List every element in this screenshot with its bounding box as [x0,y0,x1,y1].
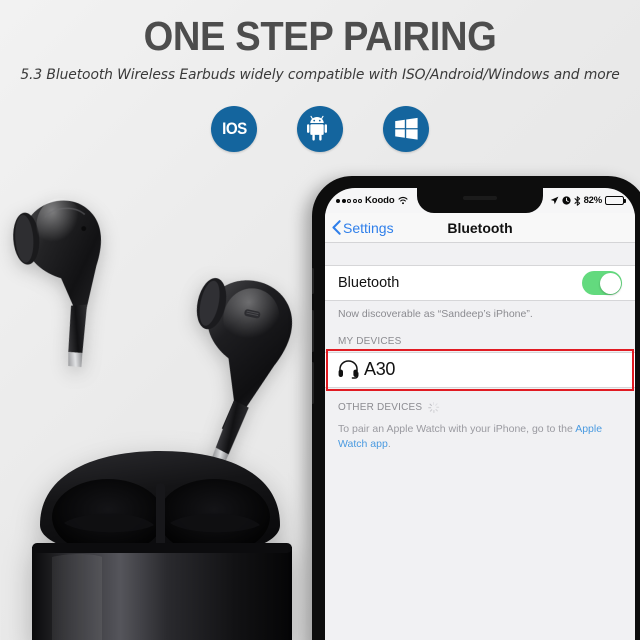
carrier-name: Koodo [365,195,395,206]
left-earbud [13,198,101,368]
my-devices-label: MY DEVICES [338,335,402,347]
product-photo [0,160,330,640]
ios-icon: IOS [221,119,247,138]
apple-watch-note: To pair an Apple Watch with your iPhone,… [325,418,635,452]
windows-badge [383,106,429,152]
bluetooth-toggle-row[interactable]: Bluetooth [325,265,635,301]
headphones-icon [338,360,359,379]
apple-watch-note-suffix: . [387,437,391,450]
phone-notch [417,188,543,213]
phone-mockup: Koodo 82% Settings Bluetooth Bluetooth N… [312,176,640,640]
my-devices-header: MY DEVICES [325,322,635,352]
page-title: ONE STEP PAIRING [143,13,497,59]
toggle-knob [599,272,621,294]
navigation-bar: Settings Bluetooth [325,213,635,243]
device-row-a30[interactable]: A30 [325,351,635,388]
other-devices-label: OTHER DEVICES [338,401,423,413]
alarm-icon [561,196,571,205]
back-to-settings-button[interactable]: Settings [332,220,394,236]
phone-volume-up-button [312,310,314,352]
windows-icon [394,117,418,140]
phone-screen: Koodo 82% Settings Bluetooth Bluetooth N… [325,188,635,640]
hero-banner: ONE STEP PAIRING 5.3 Bluetooth Wireless … [0,0,640,170]
device-a30-wrapper: A30 [325,348,635,391]
device-name-a30: A30 [364,359,396,380]
battery-icon [605,196,626,205]
ios-badge: IOS [211,106,257,152]
bluetooth-toggle-switch[interactable] [582,271,622,295]
apple-watch-note-prefix: To pair an Apple Watch with your iPhone,… [338,422,576,435]
page-subtitle: 5.3 Bluetooth Wireless Earbuds widely co… [20,66,620,83]
back-label: Settings [343,219,394,236]
discoverable-note: Now discoverable as “Sandeep’s iPhone”. [338,308,533,320]
bluetooth-settings-content: Bluetooth Now discoverable as “Sandeep’s… [325,243,635,640]
phone-volume-down-button [312,362,314,404]
android-badge [297,106,343,152]
earpiece-speaker [463,196,497,200]
signal-strength-icon [336,198,362,203]
bluetooth-label: Bluetooth [338,275,400,291]
bluetooth-icon [574,195,580,206]
compatibility-badges: IOS [0,106,640,152]
battery-percentage: 82% [583,195,603,206]
charging-case [32,451,292,640]
location-arrow-icon [550,196,558,205]
android-icon [307,115,327,141]
phone-mute-switch [312,268,314,294]
scanning-spinner-icon [428,401,440,413]
wifi-icon [398,196,408,205]
chevron-left-icon [332,220,341,235]
other-devices-header: OTHER DEVICES [325,388,635,418]
